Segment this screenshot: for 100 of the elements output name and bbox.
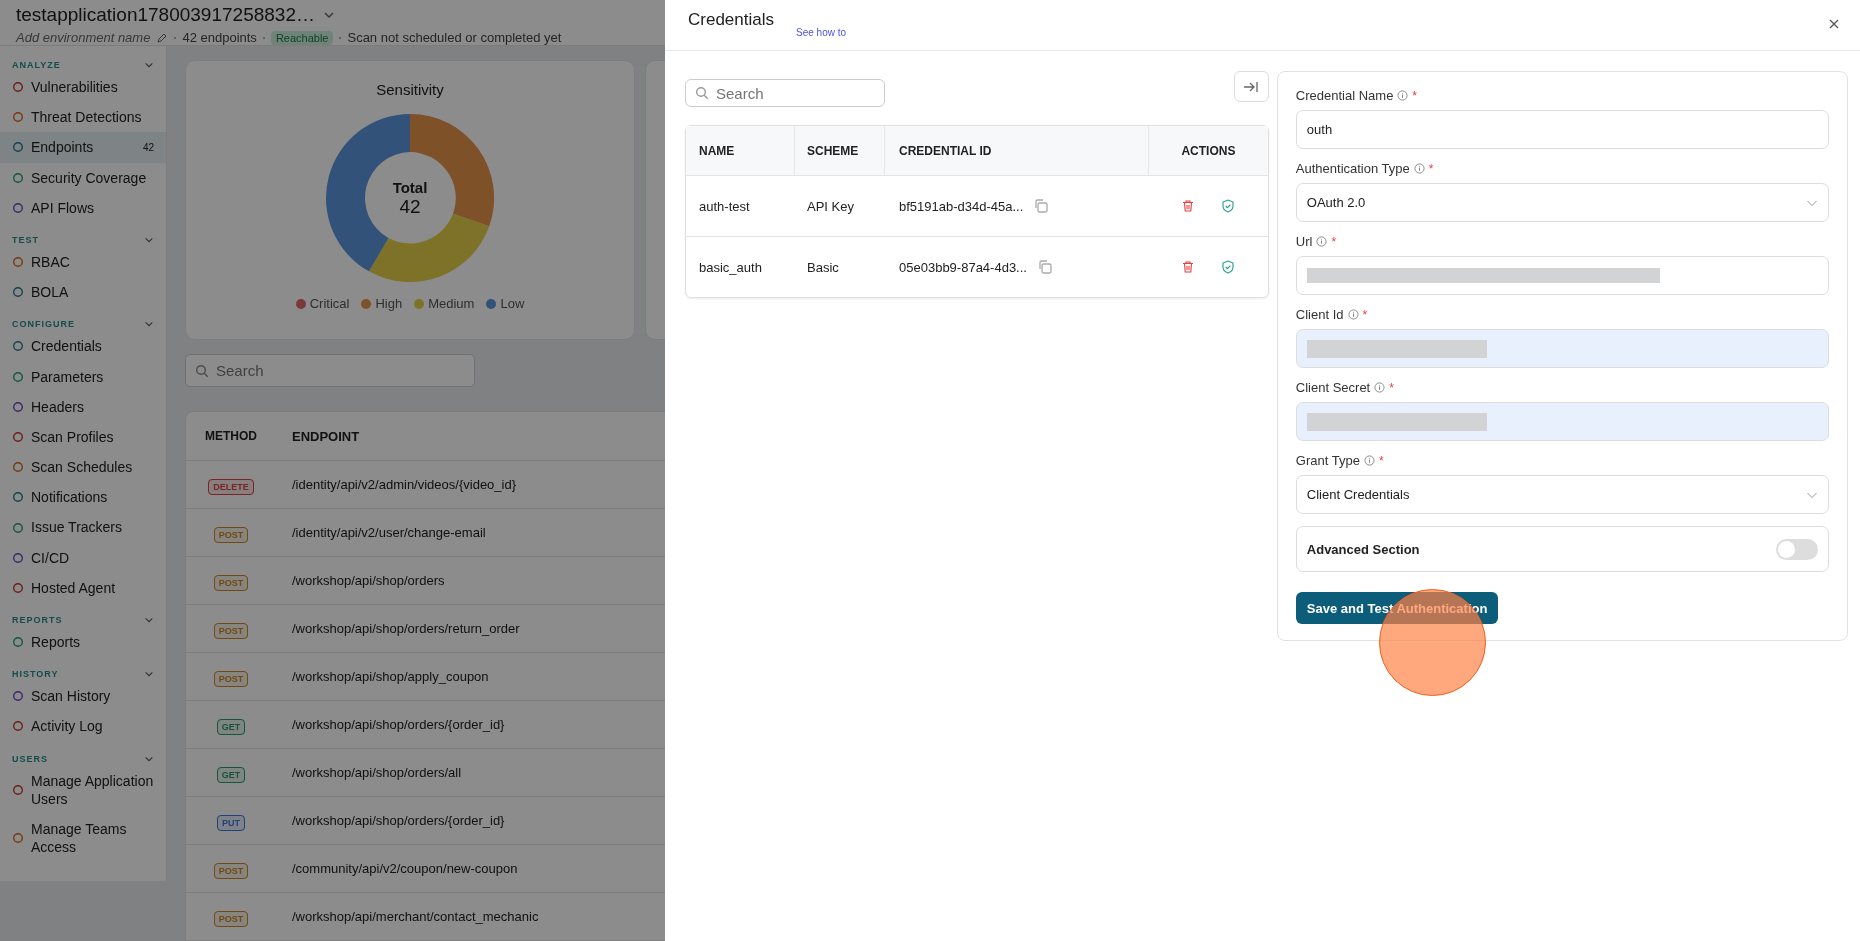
shield-check-icon[interactable] <box>1221 260 1236 274</box>
pencil-icon[interactable] <box>156 31 169 44</box>
required-asterisk: * <box>1378 453 1384 468</box>
column-header: ACTIONS <box>1180 142 1237 160</box>
section-label: Advanced Section <box>1306 541 1420 557</box>
circle-icon <box>12 256 24 269</box>
sidebar-item[interactable]: Scan History <box>0 681 166 712</box>
search-field[interactable]: Search <box>185 354 475 387</box>
input-field[interactable]: outh <box>1295 110 1829 149</box>
collapse-panel-button[interactable] <box>1233 71 1269 102</box>
circle-icon <box>12 201 24 214</box>
status-badge: Reachable <box>270 30 334 45</box>
drawer-title: Credentials <box>688 10 774 30</box>
sidebar-item[interactable]: Manage Teams Access <box>0 813 166 863</box>
field-label: Url <box>1295 234 1313 249</box>
legend-dot <box>361 298 372 309</box>
circle-icon <box>12 430 24 443</box>
input-field[interactable] <box>1295 256 1829 295</box>
info-icon[interactable] <box>1397 90 1409 101</box>
table-cell-text: /workshop/api/merchant/contact_mechanic <box>291 909 539 924</box>
required-asterisk: * <box>1362 307 1368 322</box>
section-heading: ANALYZE <box>12 60 61 70</box>
sidebar-item[interactable]: Activity Log <box>0 711 166 742</box>
copy-icon[interactable] <box>1036 259 1053 275</box>
sidebar-item[interactable]: Scan Schedules <box>0 452 166 483</box>
toggle-switch[interactable] <box>1776 538 1818 560</box>
sidebar-item[interactable]: API Flows <box>0 192 166 223</box>
dropdown[interactable]: Client Credentials <box>1295 475 1829 514</box>
column-header: CREDENTIAL ID <box>885 126 1149 175</box>
sidebar-item[interactable]: Notifications <box>0 482 166 513</box>
help-link[interactable]: See how to <box>796 27 847 38</box>
search-field[interactable]: Search <box>685 79 885 107</box>
table-cell-text: /workshop/api/shop/apply_coupon <box>291 669 489 684</box>
sidebar-item[interactable]: Headers <box>0 391 166 422</box>
sidebar-item[interactable]: Manage Application Users <box>0 765 166 814</box>
sidebar-item[interactable]: CI/CD <box>0 542 166 573</box>
table-cell-text: /identity/api/v2/admin/videos/{video_id} <box>291 477 517 492</box>
column-header: ENDPOINT <box>291 428 360 444</box>
required-asterisk: * <box>1428 161 1434 176</box>
info-icon[interactable] <box>1347 309 1359 320</box>
info-icon[interactable] <box>1316 236 1328 247</box>
table-cell: Basic <box>807 259 839 275</box>
search-icon <box>195 363 209 378</box>
sidebar-item[interactable]: Issue Trackers <box>0 512 166 543</box>
sidebar-item[interactable]: Parameters <box>0 361 166 392</box>
dropdown[interactable]: OAuth 2.0 <box>1295 183 1829 222</box>
sidebar-item[interactable]: Reports <box>0 627 166 658</box>
field-label: Grant Type <box>1295 453 1360 468</box>
card-title: Sensitivity <box>376 81 444 98</box>
scan-status: Scan not scheduled or completed yet <box>347 30 562 45</box>
trash-icon[interactable] <box>1181 260 1196 274</box>
circle-icon <box>12 491 24 504</box>
circle-icon <box>12 171 24 184</box>
circle-icon <box>12 783 24 796</box>
environment-name-placeholder[interactable]: Add environment name <box>16 30 151 45</box>
circle-icon <box>12 400 24 413</box>
trash-icon[interactable] <box>1181 199 1196 213</box>
circle-icon <box>12 720 24 733</box>
required-asterisk: * <box>1331 234 1337 249</box>
table-cell: bf5191ab-d34d-45a... <box>899 198 1024 214</box>
circle-icon <box>12 690 24 703</box>
legend-label: Medium <box>428 296 475 311</box>
circle-icon <box>12 81 24 94</box>
sidebar-item[interactable]: Credentials <box>0 331 166 362</box>
circle-icon <box>12 370 24 383</box>
sidebar-item[interactable]: RBAC <box>0 246 166 278</box>
info-icon[interactable] <box>1413 163 1425 174</box>
sidebar-item[interactable]: Endpoints 42 <box>0 132 166 163</box>
table-cell-text: /workshop/api/shop/orders/{order_id} <box>291 813 505 828</box>
chevron-icon[interactable] <box>144 615 154 625</box>
input-field[interactable] <box>1295 402 1829 441</box>
table-cell-text: /workshop/api/shop/orders/{order_id} <box>291 717 505 732</box>
total-value: 42 <box>399 195 421 218</box>
copy-icon[interactable] <box>1033 198 1050 214</box>
close-icon[interactable] <box>1828 18 1840 30</box>
info-icon[interactable] <box>1363 455 1375 466</box>
table-cell: basic_auth <box>699 259 762 275</box>
shield-check-icon[interactable] <box>1221 199 1236 213</box>
section-heading: REPORTS <box>12 615 63 625</box>
circle-icon <box>12 111 24 124</box>
sidebar-item[interactable]: BOLA <box>0 277 166 308</box>
search-icon <box>695 86 709 100</box>
chevron-icon[interactable] <box>144 60 154 70</box>
table-cell-text: /identity/api/v2/user/change-email <box>291 525 486 540</box>
required-asterisk: * <box>1412 88 1418 103</box>
section-heading: CONFIGURE <box>12 319 75 330</box>
sidebar-item[interactable]: Scan Profiles <box>0 421 166 453</box>
table-cell-text: /workshop/api/shop/orders/all <box>291 765 462 780</box>
table-cell-text: /community/api/v2/coupon/new-coupon <box>291 861 518 876</box>
legend-dot <box>486 298 497 309</box>
chevron-down-icon[interactable] <box>323 9 335 21</box>
circle-icon <box>12 521 24 534</box>
sidebar-item[interactable]: Vulnerabilities <box>0 72 166 103</box>
application-title[interactable]: testapplication178003917258832… <box>16 4 315 26</box>
endpoint-count: 42 endpoints <box>182 30 257 45</box>
info-icon[interactable] <box>1374 382 1386 393</box>
input-field[interactable] <box>1295 329 1829 368</box>
legend-label: Low <box>500 296 525 311</box>
sidebar-item[interactable]: Hosted Agent <box>0 572 166 603</box>
required-asterisk: * <box>1389 380 1394 395</box>
